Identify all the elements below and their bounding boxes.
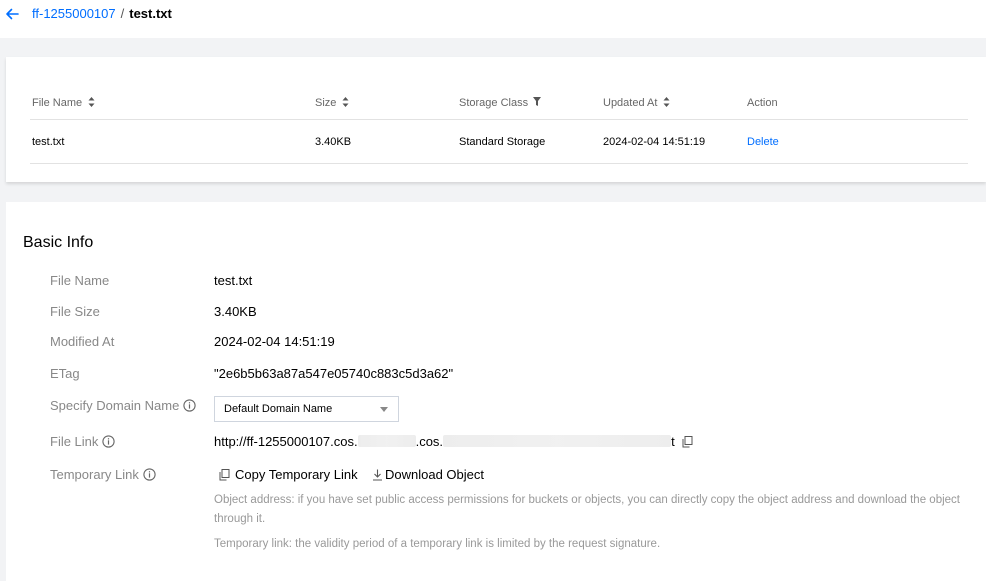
sort-icon[interactable] bbox=[663, 97, 670, 107]
label-text: Specify Domain Name bbox=[50, 398, 180, 413]
info-icon[interactable] bbox=[183, 399, 196, 412]
temporary-link-note: Temporary link: the validity period of a… bbox=[214, 538, 661, 550]
basic-info-card: Basic Info File Name test.txt File Size … bbox=[6, 202, 986, 581]
label-text: File Link bbox=[50, 434, 99, 449]
label-modified-at: Modified At bbox=[50, 334, 115, 349]
copy-icon[interactable] bbox=[682, 436, 693, 448]
column-header-label: Storage Class bbox=[459, 97, 529, 109]
button-label: Download Object bbox=[385, 467, 484, 482]
column-header-label: Size bbox=[315, 97, 337, 109]
column-header-size[interactable]: Size bbox=[315, 96, 349, 110]
file-link-part: t bbox=[671, 434, 675, 449]
table-divider bbox=[30, 163, 968, 164]
cell-size: 3.40KB bbox=[315, 136, 352, 148]
file-link-part: http://ff-1255000107.cos. bbox=[214, 434, 358, 449]
redacted-segment bbox=[443, 435, 672, 447]
cell-updated-at: 2024-02-04 14:51:19 bbox=[603, 136, 706, 148]
column-header-storage-class[interactable]: Storage Class bbox=[459, 96, 542, 110]
column-header-action: Action bbox=[747, 97, 778, 109]
column-header-label: File Name bbox=[32, 97, 83, 109]
domain-name-select[interactable]: Default Domain Name bbox=[214, 396, 399, 422]
sort-icon[interactable] bbox=[88, 97, 95, 107]
info-icon[interactable] bbox=[102, 435, 116, 448]
sort-icon[interactable] bbox=[342, 97, 349, 107]
file-table-card: File Name Size Storage Class Updated At … bbox=[6, 57, 986, 182]
breadcrumb-current-file: test.txt bbox=[129, 6, 172, 21]
column-header-label: Updated At bbox=[603, 97, 658, 109]
copy-temporary-link-button[interactable]: Copy Temporary Link bbox=[219, 467, 358, 483]
label-file-link: File Link bbox=[50, 434, 116, 450]
label-file-name: File Name bbox=[50, 273, 110, 288]
label-etag: ETag bbox=[50, 366, 80, 381]
section-title: Basic Info bbox=[23, 234, 94, 251]
label-temporary-link: Temporary Link bbox=[50, 467, 156, 483]
info-icon[interactable] bbox=[143, 468, 156, 481]
breadcrumb: ff-1255000107 / test.txt bbox=[32, 6, 172, 22]
file-link-value[interactable]: http://ff-1255000107.cos. .cos. t bbox=[214, 434, 693, 450]
redacted-segment bbox=[357, 435, 416, 447]
top-bar: ff-1255000107 / test.txt bbox=[0, 0, 986, 38]
table-divider bbox=[30, 119, 968, 120]
column-header-updated-at[interactable]: Updated At bbox=[603, 96, 670, 110]
file-link-part: .cos. bbox=[415, 434, 444, 449]
delete-button[interactable]: Delete bbox=[747, 135, 779, 149]
value-file-size: 3.40KB bbox=[214, 304, 257, 319]
chevron-down-icon bbox=[380, 407, 388, 412]
label-domain-name: Specify Domain Name bbox=[50, 398, 196, 414]
label-text: Temporary Link bbox=[50, 467, 139, 482]
breadcrumb-separator: / bbox=[120, 6, 125, 21]
object-address-note: Object address: if you have set public a… bbox=[214, 494, 960, 525]
label-file-size: File Size bbox=[50, 304, 100, 319]
download-icon bbox=[373, 469, 382, 481]
breadcrumb-bucket-link[interactable]: ff-1255000107 bbox=[32, 6, 116, 21]
value-file-name: test.txt bbox=[214, 273, 253, 288]
filter-icon[interactable] bbox=[533, 97, 542, 106]
select-value: Default Domain Name bbox=[224, 403, 333, 415]
cell-storage-class: Standard Storage bbox=[459, 136, 546, 148]
copy-icon bbox=[219, 469, 230, 481]
column-header-file-name[interactable]: File Name bbox=[32, 96, 95, 110]
button-label: Copy Temporary Link bbox=[235, 467, 358, 482]
value-modified-at: 2024-02-04 14:51:19 bbox=[214, 334, 335, 349]
cell-file-name: test.txt bbox=[32, 136, 65, 148]
download-object-button[interactable]: Download Object bbox=[372, 467, 484, 483]
back-arrow-icon[interactable] bbox=[4, 6, 20, 22]
value-etag: "2e6b5b63a87a547e05740c883c5d3a62" bbox=[214, 366, 454, 381]
